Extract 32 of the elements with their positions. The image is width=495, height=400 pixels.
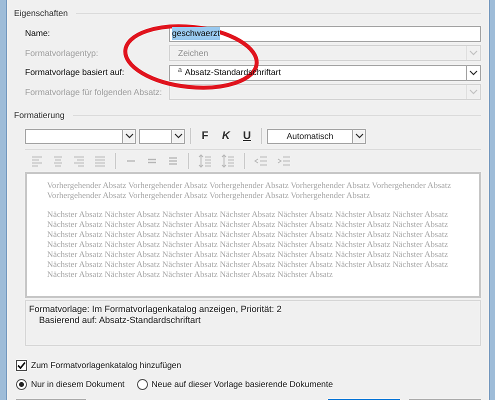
bold-button[interactable]: F [196,128,214,144]
field-label: Name: [24,27,52,40]
field-label: Formatvorlage für folgenden Absatz: [24,86,164,99]
chevron-down-icon [354,133,364,139]
field-label: Formatvorlagentyp: [24,46,100,60]
color-value: Automatisch [286,130,334,142]
description-line: Basierend auf: Absatz-Standardschriftart [38,315,202,326]
chevron-down-icon [469,70,478,76]
radio-button[interactable] [136,378,148,390]
preview-next-paragraph: Nächster Absatz Nächster Absatz Nächster Absatz Nächster Absatz Nächster Absatz Nächster Absatz Nächster Absatz Nächster Absatz Nächster Absatz Nächster Absatz Nächster Absatz Nächster Absatz Nächster Absatz Nächster Absatz Nächster Absatz Nächster Absatz Nächster Absatz Nächster Absatz Nächster Absatz Nächster Absatz Nächster Absatz Nächster Absatz Nächster Absatz Nächster Absatz Nächster Absatz Nächster Absatz Nächster Absatz Nächster Absatz Nächster Absatz Nächster Absatz Nächster Absatz Nächster Absatz Nächster Absatz Nächster Absatz Nächster Absatz Nächster Absatz Nächster Absatz Nächster Absatz Nächster Absatz Nächster Absatz Nächster Absatz Nächster Absatz Nächster Absatz Nächster Absatz Nächster Absatz Nächster Absatz Nächster Absatz [47,209,450,279]
checkbox-label: Zum Formatvorlagenkatalog hinzufügen [31,358,182,372]
chevron-down-icon [469,89,478,96]
section-heading: Eigenschaften [13,6,68,20]
field-label: Formatvorlage basiert auf: [24,66,126,80]
field-value: geschwaerzt [172,27,220,40]
radio-label: Nur in diesem Dokument [31,378,125,390]
font-size-dropdown[interactable] [139,128,185,144]
italic-button[interactable]: K [217,128,235,144]
chevron-down-icon [124,133,134,139]
color-dropdown[interactable]: Automatisch [267,128,366,144]
description-line: Formatvorlage: Im Formatvorlagenkatalog anzeigen, Priorität: 2 [29,304,283,315]
font-dropdown[interactable] [25,128,136,144]
chevron-down-icon [174,133,182,139]
radio-label: Neue auf dieser Vorlage basierende Dokumente [152,378,333,390]
field-value: Zeichen [178,46,208,60]
checkbox[interactable] [16,360,27,370]
section-heading: Formatierung [13,108,65,122]
preview-previous-paragraph: Vorhergehender Absatz Vorhergehender Absatz Vorhergehender Absatz Vorhergehender Absatz Vorhergehender Absatz Vorhergehender Absatz Vorhergehender Absatz Vorhergehender Absatz Vorhergehender Absatz [47,180,452,200]
radio-button[interactable] [16,378,27,390]
chevron-down-icon [469,50,478,56]
name-field[interactable]: geschwaerzt [169,26,481,42]
underline-button[interactable]: U [238,128,256,144]
